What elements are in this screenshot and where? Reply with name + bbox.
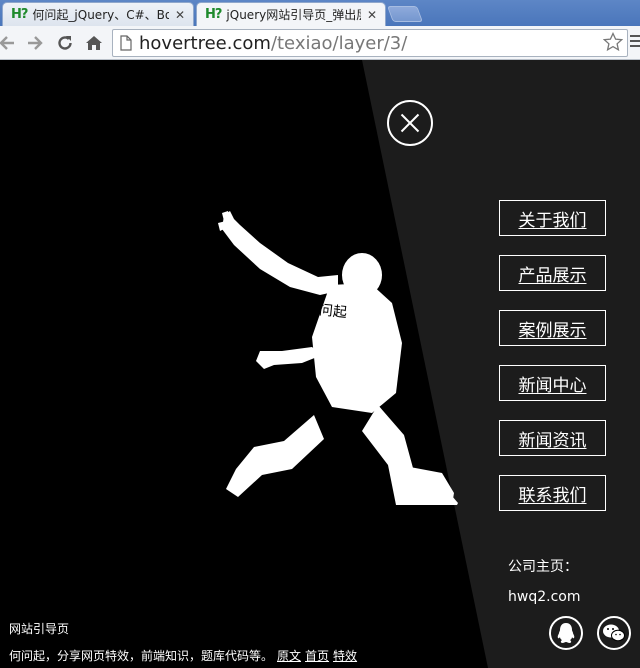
menu-item-about[interactable]: 关于我们 (499, 200, 606, 236)
tab-title: 何问起_jQuery、C#、Bo (32, 8, 169, 22)
new-tab-button[interactable] (387, 6, 423, 22)
forward-arrow-icon (28, 36, 43, 50)
shirt-text: 何问起 (304, 300, 348, 322)
link-home[interactable]: 首页 (305, 649, 329, 663)
url-path: /texiao/layer/3/ (270, 32, 408, 54)
link-effects[interactable]: 特效 (333, 649, 357, 663)
company-link[interactable]: hwq2.com (508, 582, 580, 612)
reload-button[interactable] (52, 30, 78, 56)
tab-close-icon[interactable]: ✕ (173, 8, 187, 22)
menu-icon[interactable] (630, 35, 640, 50)
qq-icon (557, 623, 575, 643)
company-label: 公司主页： (508, 559, 578, 575)
link-original[interactable]: 原文 (277, 649, 301, 663)
home-button[interactable] (81, 30, 107, 56)
tab-strip: H? 何问起_jQuery、C#、Bo ✕ H? jQuery网站引导页_弹出层… (0, 0, 640, 26)
address-bar[interactable]: hovertree.com/texiao/layer/3/ (112, 29, 628, 57)
menu-item-products[interactable]: 产品展示 (499, 255, 606, 291)
home-icon (86, 36, 102, 50)
site-description: 何问起，分享网页特效，前端知识，题库代码等。 原文 首页 特效 (9, 647, 357, 664)
browser-toolbar: hovertree.com/texiao/layer/3/ (0, 26, 640, 60)
forward-button[interactable] (22, 30, 48, 56)
tab-guide-page[interactable]: H? jQuery网站引导页_弹出层 ✕ (196, 2, 386, 26)
close-icon[interactable] (387, 100, 433, 146)
wechat-button[interactable] (597, 616, 631, 650)
menu-item-contact[interactable]: 联系我们 (499, 475, 606, 511)
menu-item-cases[interactable]: 案例展示 (499, 310, 606, 346)
wechat-icon (603, 624, 625, 642)
site-title: 网站引导页 (9, 622, 70, 636)
back-button[interactable] (0, 30, 20, 56)
page-footer: 网站引导页 何问起，分享网页特效，前端知识，题库代码等。 原文 首页 特效 (9, 620, 357, 664)
qq-button[interactable] (549, 616, 583, 650)
reload-icon (58, 36, 72, 50)
guide-menu: 关于我们 产品展示 案例展示 新闻中心 新闻资讯 联系我们 (499, 200, 607, 530)
tab-close-icon[interactable]: ✕ (365, 8, 379, 22)
menu-item-news-center[interactable]: 新闻中心 (499, 365, 606, 401)
back-arrow-icon (0, 36, 14, 50)
guide-page: 何问起 关于我们 产品展示 案例展示 新闻中心 新闻资讯 联系我们 公司主页： … (0, 60, 640, 668)
url-host: hovertree.com (139, 32, 271, 54)
bookmark-star-icon[interactable] (602, 31, 624, 57)
jumping-man-silhouette (218, 211, 458, 505)
hovertree-favicon-icon: H? (205, 7, 222, 22)
url-text: hovertree.com/texiao/layer/3/ (139, 33, 407, 54)
description-text: 何问起，分享网页特效，前端知识，题库代码等。 (9, 649, 274, 663)
tab-hovertree-home[interactable]: H? 何问起_jQuery、C#、Bo ✕ (2, 2, 194, 26)
menu-item-news-info[interactable]: 新闻资讯 (499, 420, 606, 456)
company-homepage: 公司主页： hwq2.com (508, 552, 580, 612)
page-icon (113, 35, 139, 51)
hovertree-favicon-icon: H? (11, 7, 28, 22)
tab-title: jQuery网站引导页_弹出层 (226, 8, 361, 22)
